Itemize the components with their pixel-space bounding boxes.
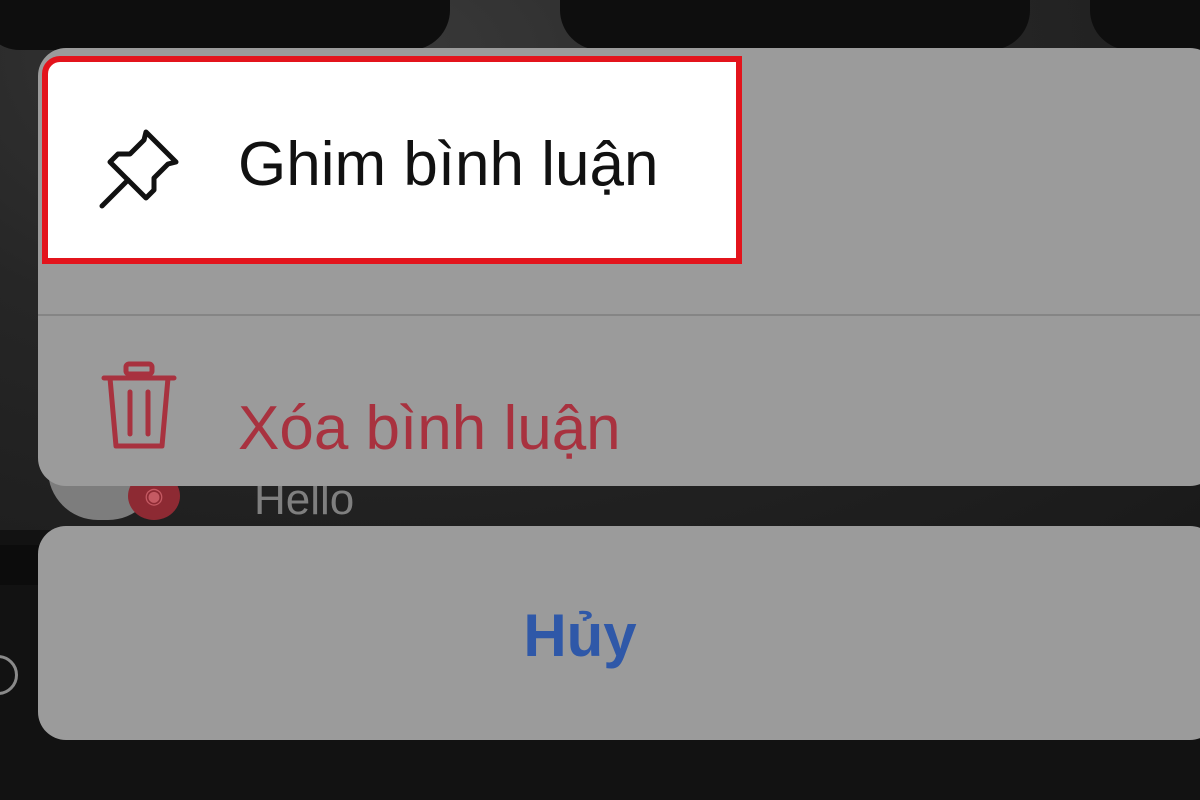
background-shape <box>560 0 1030 50</box>
trash-icon <box>94 356 184 456</box>
pin-icon <box>94 124 184 214</box>
screen: ◉ Hello Ghim bình luận Xóa bình luận Hủy <box>0 0 1200 800</box>
cancel-label: Hủy <box>523 601 637 669</box>
background-shape <box>0 0 450 50</box>
delete-comment-label: Xóa bình luận <box>238 394 621 463</box>
pin-comment-button[interactable]: Ghim bình luận <box>42 56 742 264</box>
delete-comment-button[interactable]: Xóa bình luận <box>38 316 1200 486</box>
cancel-button[interactable]: Hủy <box>38 526 1200 740</box>
action-sheet: Ghim bình luận Xóa bình luận <box>38 48 1200 486</box>
background-shape <box>1090 0 1200 50</box>
pin-comment-label: Ghim bình luận <box>238 130 659 199</box>
